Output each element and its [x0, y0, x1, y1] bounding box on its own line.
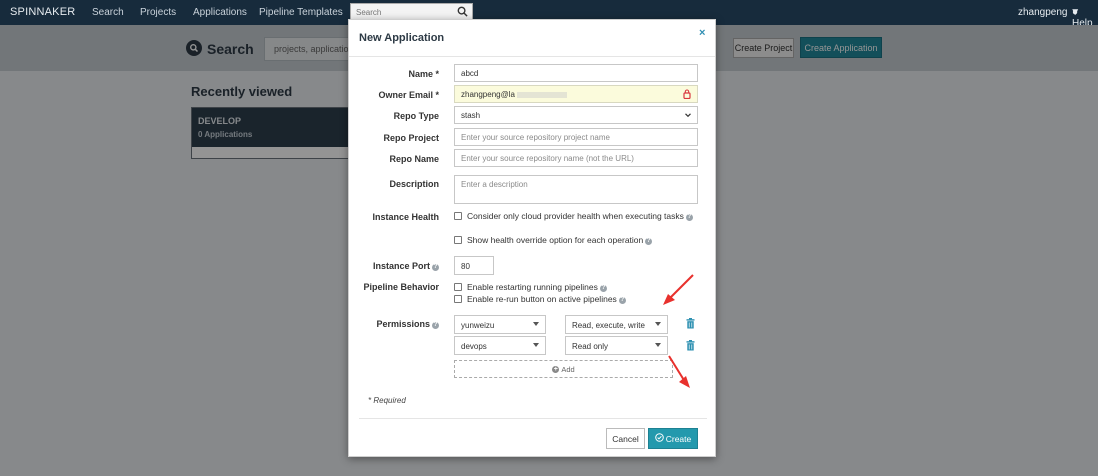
repo-type-value: stash	[461, 111, 481, 120]
instance-port-label: Instance Port?	[349, 261, 439, 271]
health-override-text: Show health override option for each ope…	[467, 235, 644, 245]
repo-name-field[interactable]: Enter your source repository name (not t…	[454, 149, 698, 167]
permissions-label: Permissions?	[349, 319, 439, 329]
name-field[interactable]: abcd	[454, 64, 698, 82]
owner-email-value: zhangpeng@la	[461, 90, 515, 99]
nav-link-applications[interactable]: Applications	[193, 7, 247, 18]
create-button[interactable]: Create	[648, 428, 698, 449]
owner-email-field[interactable]: zhangpeng@la	[454, 85, 698, 103]
user-menu[interactable]: zhangpeng ▼	[1018, 7, 1080, 18]
add-permission-label: Add	[561, 364, 575, 374]
email-redaction	[517, 92, 568, 98]
repo-name-label: Repo Name	[389, 154, 439, 164]
enable-rerun-text: Enable re-run button on active pipelines	[467, 294, 617, 304]
annotation-arrow-down	[668, 355, 690, 388]
cloud-provider-health-text: Consider only cloud provider health when…	[467, 211, 684, 221]
annotation-arrow-up	[663, 274, 694, 305]
caret-down-icon	[655, 343, 661, 347]
permission-access-value: Read, execute, write	[572, 321, 645, 330]
modal-header-divider	[349, 56, 715, 57]
repo-project-label: Repo Project	[383, 133, 439, 143]
health-override-label: Show health override option for each ope…	[467, 235, 653, 245]
permission-access-select[interactable]: Read only	[565, 336, 668, 355]
brand-logo[interactable]: SPINNAKER	[10, 6, 75, 18]
modal-footer-divider	[359, 418, 707, 419]
nav-link-pipeline-templates[interactable]: Pipeline Templates	[259, 7, 343, 18]
permission-group-value: devops	[461, 342, 487, 351]
nav-link-projects[interactable]: Projects	[140, 7, 176, 18]
repo-type-select[interactable]: stash	[454, 106, 698, 124]
pipeline-behavior-label: Pipeline Behavior	[363, 282, 439, 292]
new-application-modal: New Application × Name * abcd Owner Emai…	[348, 19, 716, 457]
instance-port-field[interactable]: 80	[454, 256, 494, 275]
cloud-provider-health-checkbox[interactable]	[454, 212, 462, 220]
required-note: * Required	[368, 396, 406, 405]
modal-title: New Application	[359, 32, 445, 44]
help-circle-icon[interactable]: ?	[645, 238, 653, 245]
repo-project-field[interactable]: Enter your source repository project nam…	[454, 128, 698, 146]
permission-group-select[interactable]: yunweizu	[454, 315, 546, 334]
permission-group-value: yunweizu	[461, 321, 495, 330]
add-permission-button[interactable]: + Add	[454, 360, 673, 378]
plus-circle-icon: +	[552, 365, 560, 373]
enable-restart-label: Enable restarting running pipelines?	[467, 282, 607, 292]
chevron-down-icon	[684, 111, 692, 121]
description-textarea[interactable]: Enter a description	[454, 175, 698, 204]
create-button-label: Create	[665, 433, 692, 444]
help-circle-icon[interactable]: ?	[432, 264, 439, 271]
enable-rerun-checkbox[interactable]	[454, 295, 462, 303]
permission-group-select[interactable]: devops	[454, 336, 546, 355]
instance-port-text: Instance Port	[372, 261, 430, 271]
owner-email-label: Owner Email *	[378, 90, 439, 100]
search-icon[interactable]	[457, 6, 468, 20]
caret-down-icon	[533, 322, 539, 326]
repo-type-label: Repo Type	[393, 111, 439, 121]
caret-down-icon	[533, 343, 539, 347]
help-circle-icon[interactable]: ?	[599, 285, 607, 292]
permissions-text: Permissions	[376, 319, 430, 329]
enable-restart-text: Enable restarting running pipelines	[467, 282, 598, 292]
cloud-provider-health-label: Consider only cloud provider health when…	[467, 211, 693, 221]
help-circle-icon[interactable]: ?	[432, 322, 439, 329]
close-icon[interactable]: ×	[699, 27, 705, 39]
caret-down-icon	[655, 322, 661, 326]
health-override-checkbox[interactable]	[454, 236, 462, 244]
nav-link-search[interactable]: Search	[92, 7, 124, 18]
help-circle-icon[interactable]: ?	[618, 297, 626, 304]
name-label: Name *	[408, 69, 439, 79]
permission-access-value: Read only	[572, 342, 609, 351]
help-circle-icon[interactable]: ?	[685, 214, 693, 221]
trash-icon[interactable]	[686, 318, 695, 332]
question-circle-icon: ●	[1072, 7, 1079, 18]
enable-rerun-label: Enable re-run button on active pipelines…	[467, 294, 626, 304]
cancel-button[interactable]: Cancel	[606, 428, 645, 449]
permission-access-select[interactable]: Read, execute, write	[565, 315, 668, 334]
enable-restart-checkbox[interactable]	[454, 283, 462, 291]
check-circle-icon	[654, 433, 664, 444]
description-label: Description	[389, 179, 439, 189]
password-manager-icon[interactable]	[683, 89, 691, 101]
instance-health-label: Instance Health	[372, 212, 439, 222]
user-name: zhangpeng	[1018, 7, 1068, 18]
